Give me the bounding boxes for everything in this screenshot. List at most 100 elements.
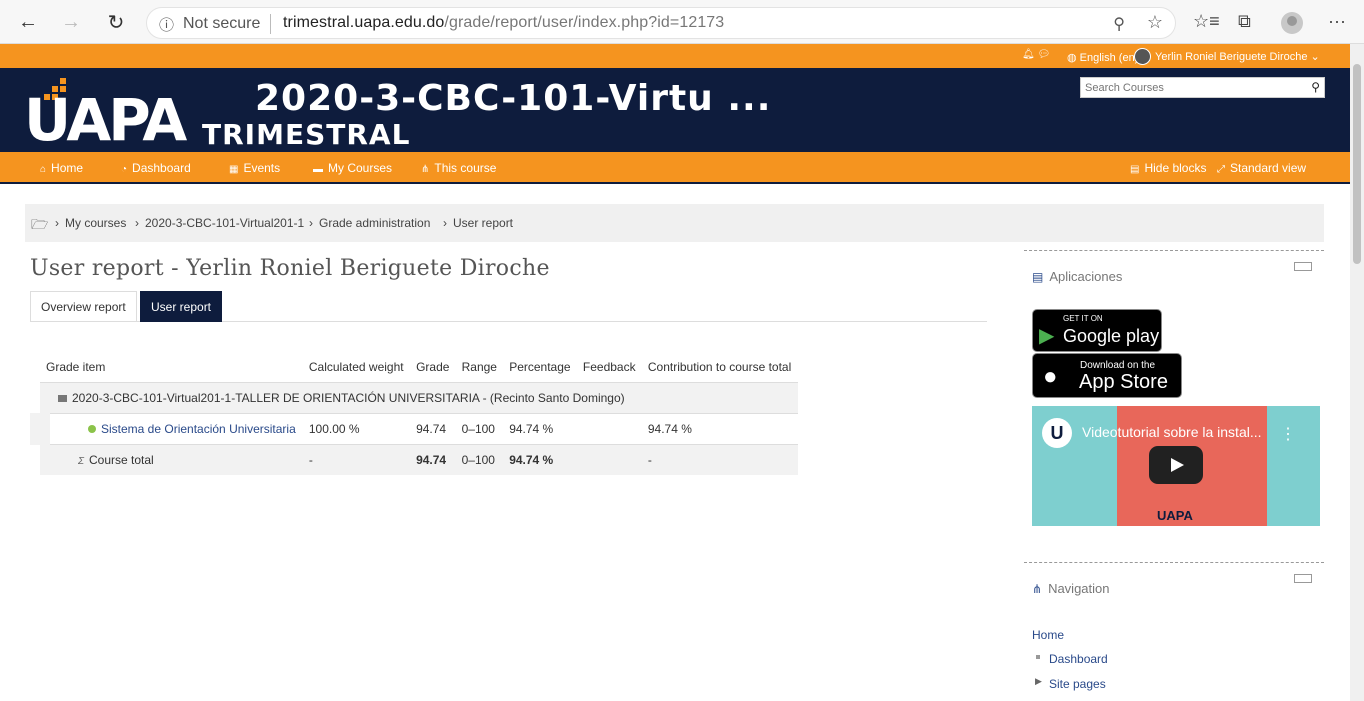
nav-events[interactable]: ▦ Events	[229, 161, 280, 175]
grade-table: Grade item Calculated weight Grade Range…	[30, 352, 798, 475]
user-topbar: 🔔︎ 💬︎ ◍ English (en) Yerlin Roniel Berig…	[0, 44, 1350, 68]
assignment-icon	[88, 425, 96, 433]
nav-block-home[interactable]: Home	[1032, 628, 1064, 642]
reload-icon[interactable]: ↻	[104, 10, 128, 34]
play-button[interactable]	[1149, 446, 1203, 484]
google-play-badge[interactable]: GET IT ON ▶ Google play	[1032, 309, 1162, 352]
col-contribution: Contribution to course total	[641, 352, 798, 383]
address-separator	[270, 14, 271, 34]
standard-view-button[interactable]: ⤢ Standard view	[1217, 161, 1306, 175]
block-controls-icon[interactable]	[1294, 262, 1312, 271]
report-tabs: Overview report User report	[30, 291, 987, 322]
video-title[interactable]: Videotutorial sobre la instal...	[1082, 424, 1262, 440]
nav-events-label: Events	[243, 161, 281, 175]
breadcrumb: 🗁 › My courses › 2020-3-CBC-101-Virtual2…	[25, 204, 1324, 242]
favorites-list-icon[interactable]: ☆≡	[1193, 11, 1220, 32]
aplicaciones-title: Aplicaciones	[1049, 269, 1123, 284]
user-menu[interactable]: Yerlin Roniel Beriguete Diroche ⌄	[1155, 50, 1320, 63]
category-cell: 2020-3-CBC-101-Virtual201-1-TALLER DE OR…	[40, 382, 798, 414]
favorite-star-icon[interactable]: ☆	[1147, 12, 1163, 33]
tab-user-report[interactable]: User report	[140, 291, 223, 322]
expand-arrow-icon[interactable]: ▶	[1035, 676, 1042, 687]
total-row: Σ Course total - 94.74 0–100 94.74 % -	[40, 444, 798, 475]
navigation-block: ⋔ Navigation Home Dashboard ▶ Site pages	[1024, 562, 1324, 701]
page-scrollbar[interactable]	[1350, 44, 1364, 701]
standard-view-label: Standard view	[1230, 161, 1307, 175]
browser-toolbar: ← → ↻ ⓘ Not secure trimestral.uapa.edu.d…	[0, 0, 1364, 44]
category-name: 2020-3-CBC-101-Virtual201-1-TALLER DE OR…	[72, 391, 625, 405]
uapa-logo[interactable]: UAPA	[24, 86, 187, 154]
hide-blocks-button[interactable]: ▤ Hide blocks	[1130, 161, 1206, 175]
tab-overview-report[interactable]: Overview report	[30, 291, 137, 322]
breadcrumb-my-courses[interactable]: My courses	[65, 216, 126, 230]
nav-dashboard[interactable]: ◔ Dashboard	[121, 161, 191, 175]
app-store-badge[interactable]: ● Download on the App Store	[1032, 353, 1182, 398]
sigma-icon: Σ	[78, 456, 84, 467]
collections-icon[interactable]: ⧉	[1238, 11, 1251, 32]
calendar-icon: ▦	[229, 164, 239, 175]
language-selector[interactable]: ◍ English (en)	[1067, 51, 1138, 64]
breadcrumb-grade-admin[interactable]: Grade administration	[319, 216, 430, 230]
nav-block-site-pages[interactable]: Site pages	[1049, 677, 1106, 691]
notification-bell-icon[interactable]: 🔔︎ 💬︎	[1022, 49, 1050, 60]
block-title: ▤ Aplicaciones	[1032, 269, 1122, 284]
nav-my-courses-label: My Courses	[328, 161, 393, 175]
info-icon[interactable]: ⓘ	[159, 14, 174, 35]
navigation-title: Navigation	[1048, 581, 1110, 596]
video-embed[interactable]: U Videotutorial sobre la instal... ⋮ UAP…	[1032, 406, 1320, 526]
search-input[interactable]	[1081, 78, 1301, 98]
breadcrumb-user-report: User report	[453, 216, 514, 230]
total-range: 0–100	[455, 444, 504, 475]
google-play-small: GET IT ON	[1063, 314, 1103, 323]
google-play-icon: ▶	[1039, 325, 1055, 347]
briefcase-icon: ▬	[313, 164, 323, 175]
user-avatar[interactable]	[1134, 48, 1151, 65]
address-bar[interactable]: ⓘ Not secure trimestral.uapa.edu.do/grad…	[146, 7, 1176, 39]
channel-logo-icon[interactable]: U	[1042, 418, 1072, 448]
apple-icon: ●	[1043, 363, 1058, 390]
table-row: Sistema de Orientación Universitaria 100…	[30, 413, 798, 445]
nav-home[interactable]: ⌂ Home	[40, 161, 83, 175]
site-header: UAPA TRIMESTRAL 2020-3-CBC-101-Virtu ...…	[0, 68, 1350, 154]
more-menu-icon[interactable]: ···	[1328, 11, 1346, 32]
course-title: 2020-3-CBC-101-Virtu ...	[255, 78, 772, 119]
nav-this-course-label: This course	[434, 161, 497, 175]
item-link[interactable]: Sistema de Orientación Universitaria	[101, 422, 296, 436]
folder-icon	[58, 395, 67, 403]
search-courses: ⚲	[1080, 77, 1325, 98]
profile-avatar-icon[interactable]	[1281, 12, 1303, 34]
breadcrumb-separator-icon: ›	[309, 216, 313, 230]
expand-icon: ⤢	[1217, 164, 1225, 175]
url-path: /grade/report/user/index.php?id=12173	[444, 14, 725, 31]
item-grade: 94.74	[410, 413, 456, 445]
total-percentage: 94.74 %	[503, 444, 577, 475]
sitemap-icon: ⋔	[421, 164, 430, 175]
scrollbar-thumb[interactable]	[1353, 64, 1361, 264]
search-icon[interactable]: ⚲	[1311, 80, 1320, 94]
zoom-icon[interactable]: ⚲	[1113, 14, 1125, 34]
nav-my-courses[interactable]: ▬ My Courses	[313, 161, 392, 175]
sitemap-icon: ⋔	[1032, 582, 1043, 596]
back-arrow-icon[interactable]: ←	[16, 10, 40, 34]
app-store-small: Download on the	[1080, 360, 1156, 371]
username-label: Yerlin Roniel Beriguete Diroche	[1155, 51, 1308, 63]
video-more-icon[interactable]: ⋮	[1280, 424, 1296, 444]
col-range: Range	[455, 352, 504, 383]
total-name-cell: Σ Course total	[40, 444, 303, 475]
nav-this-course[interactable]: ⋔ This course	[421, 161, 496, 175]
home-icon: ⌂	[40, 164, 47, 175]
breadcrumb-separator-icon: ›	[443, 216, 447, 230]
breadcrumb-course[interactable]: 2020-3-CBC-101-Virtual201-1	[145, 216, 304, 230]
forward-arrow-icon[interactable]: →	[59, 10, 83, 34]
hide-blocks-label: Hide blocks	[1144, 161, 1207, 175]
nav-block-dashboard[interactable]: Dashboard	[1049, 652, 1108, 666]
block-controls-icon[interactable]	[1294, 574, 1312, 583]
total-feedback	[576, 444, 642, 475]
app-store-label: App Store	[1079, 371, 1168, 393]
folder-open-icon: 🗁	[31, 216, 49, 232]
category-row: 2020-3-CBC-101-Virtual201-1-TALLER DE OR…	[40, 382, 798, 414]
chevron-down-icon: ⌄	[1310, 51, 1320, 63]
total-name: Course total	[89, 453, 154, 467]
list-icon: ▤	[1032, 270, 1044, 284]
url-text[interactable]: trimestral.uapa.edu.do/grade/report/user…	[283, 14, 724, 32]
